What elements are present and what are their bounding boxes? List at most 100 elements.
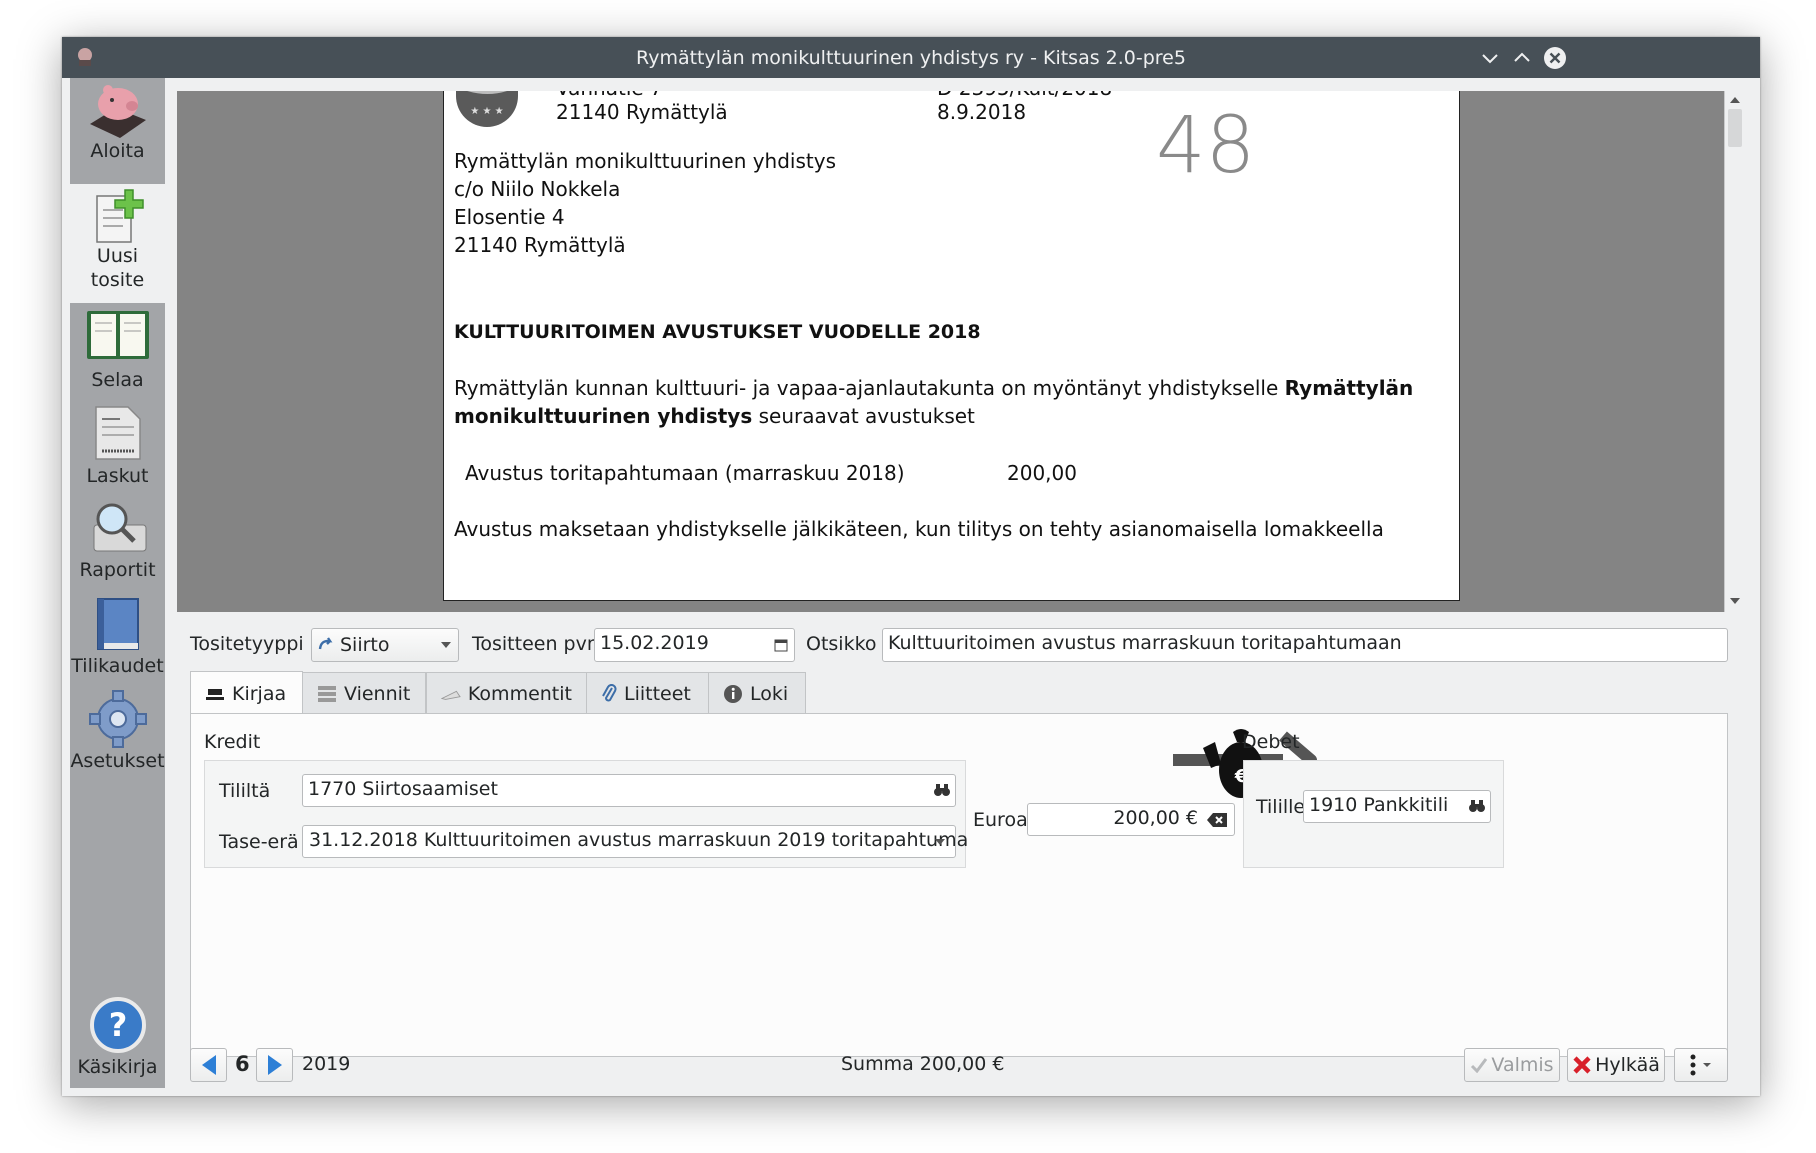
binoculars-icon[interactable] [933, 783, 951, 797]
municipal-crest-icon: ★ ★ ★ [456, 91, 518, 127]
document-preview[interactable]: ★ ★ ★ Vahnatie 7 21140 Rymättylä D 2395/… [177, 91, 1744, 612]
sidebar-item-label: Raportit [79, 559, 156, 581]
binoculars-icon[interactable] [1468, 799, 1486, 813]
list-icon [318, 685, 336, 702]
tab-kommentit[interactable]: Kommentit [426, 672, 587, 714]
tab-liitteet[interactable]: Liitteet [586, 672, 709, 714]
reject-label: Hylkää [1595, 1054, 1660, 1076]
sidebar-item-kasikirja[interactable]: ? Käsikirja [70, 996, 165, 1088]
voucher-sum: Summa 200,00 € [841, 1053, 1005, 1075]
hat-icon [206, 688, 224, 700]
kirjaa-panel: Kredit Tililtä 1770 Siirtosaamiset Tase-… [190, 713, 1728, 1057]
tab-label: Loki [750, 682, 789, 705]
arrow-right-icon [267, 1055, 282, 1075]
voucher-type-label: Tositetyyppi [190, 633, 304, 655]
chevron-down-icon [441, 642, 451, 648]
paragraph-bold: Rymättylän [1284, 376, 1414, 400]
document-footer-line: Avustus maksetaan yhdistykselle jälkikät… [454, 517, 1384, 541]
piggy-bank-icon [89, 85, 146, 138]
minimize-icon[interactable] [1478, 46, 1502, 70]
amount-value: 200,00 € [1113, 807, 1198, 829]
app-logo-icon [78, 48, 92, 66]
document-page: ★ ★ ★ Vahnatie 7 21140 Rymättylä D 2395/… [443, 91, 1460, 601]
voucher-type-value: Siirto [340, 634, 390, 656]
credit-label: Kredit [204, 731, 261, 753]
help-icon: ? [89, 997, 146, 1053]
tab-label: Viennit [344, 682, 411, 705]
magnifier-report-icon [93, 503, 146, 552]
sidebar-item-label: Uusi [96, 245, 139, 267]
from-account-value: 1770 Siirtosaamiset [308, 778, 498, 800]
invoice-icon [94, 406, 141, 460]
sidebar-item-selaa[interactable]: Selaa [70, 309, 165, 399]
sidebar-item-uusi-tosite[interactable]: Uusi tosite [70, 184, 165, 303]
voucher-date-label: Tositteen pvm [472, 633, 606, 655]
new-document-icon [95, 189, 144, 243]
sidebar-item-label: Tilikaudet [71, 655, 164, 677]
paperclip-icon [602, 683, 617, 701]
sidebar-item-asetukset[interactable]: Asetukset [70, 690, 165, 780]
more-menu-button[interactable] [1674, 1048, 1728, 1082]
kebab-menu-icon [1690, 1054, 1696, 1076]
sidebar-item-aloita[interactable]: Aloita [70, 78, 165, 178]
voucher-type-select[interactable]: Siirto [311, 628, 459, 662]
scroll-down-icon[interactable] [1729, 596, 1741, 606]
preview-scrollbar[interactable] [1724, 91, 1744, 612]
from-account-label: Tililtä [219, 780, 271, 802]
sidebar-item-tilikaudet[interactable]: Tilikaudet [70, 595, 165, 685]
close-icon[interactable] [1543, 46, 1567, 70]
title-label: Otsikko [806, 633, 877, 655]
sidebar-item-laskut[interactable]: Laskut [70, 405, 165, 495]
voucher-date-value: 15.02.2019 [600, 632, 709, 654]
balance-item-select[interactable]: 31.12.2018 Kulttuuritoimen avustus marra… [302, 825, 968, 858]
recipient-line: Rymättylän monikulttuurinen yhdistys [454, 149, 837, 173]
voucher-year: 2019 [302, 1053, 351, 1075]
app-window: Rymättylän monikulttuurinen yhdistys ry … [62, 37, 1760, 1096]
from-account-field[interactable]: 1770 Siirtosaamiset [302, 774, 956, 807]
transfer-arrow-icon [318, 637, 333, 650]
grant-item-label: Avustus toritapahtumaan (marraskuu 2018) [465, 461, 905, 485]
ledger-book-icon [86, 311, 149, 359]
reject-button[interactable]: Hylkää [1567, 1048, 1665, 1082]
svg-text:?: ? [108, 1006, 127, 1044]
next-voucher-button[interactable] [256, 1048, 293, 1082]
title-field[interactable]: Kulttuuritoimen avustus marraskuun torit… [882, 628, 1728, 662]
tab-loki[interactable]: Loki [708, 672, 806, 714]
recipient-line: c/o Niilo Nokkela [454, 177, 621, 201]
tab-viennit[interactable]: Viennit [302, 672, 426, 714]
tab-label: Liitteet [624, 682, 691, 705]
voucher-date-field[interactable]: 15.02.2019 [594, 628, 795, 662]
grant-item-amount: 200,00 [1007, 461, 1077, 485]
previous-voucher-button[interactable] [190, 1048, 227, 1082]
ready-button[interactable]: Valmis [1464, 1048, 1560, 1082]
credit-group: Tililtä 1770 Siirtosaamiset Tase-erä 31.… [204, 760, 968, 868]
clear-input-icon[interactable] [1206, 812, 1228, 828]
voucher-number: 6 [235, 1052, 250, 1076]
balance-item-value: 31.12.2018 Kulttuuritoimen avustus marra… [309, 829, 969, 851]
handwritten-number: 48 [1156, 101, 1256, 191]
recipient-line: Elosentie 4 [454, 205, 565, 229]
maximize-icon[interactable] [1510, 46, 1534, 70]
sidebar-item-label: Aloita [90, 140, 145, 162]
info-icon [724, 684, 742, 703]
scroll-up-icon[interactable] [1729, 95, 1741, 105]
to-account-label: Tilille [1256, 796, 1306, 818]
debit-group: Tilille 1910 Pankkitili [1243, 760, 1504, 868]
checkmark-icon [1471, 1058, 1488, 1073]
scroll-thumb[interactable] [1728, 109, 1742, 147]
recipient-line: 21140 Rymättylä [454, 233, 626, 257]
sidebar-item-label: tosite [90, 269, 145, 291]
balance-item-label: Tase-erä [219, 831, 299, 853]
calendar-icon[interactable] [774, 638, 788, 652]
document-date: 8.9.2018 [937, 100, 1027, 124]
svg-text:★ ★ ★: ★ ★ ★ [470, 106, 503, 117]
amount-field[interactable]: 200,00 € [1027, 803, 1235, 836]
comment-icon [441, 690, 461, 700]
to-account-value: 1910 Pankkitili [1309, 794, 1449, 816]
paragraph-bold: monikulttuurinen yhdistys [454, 404, 753, 428]
document-heading: KULTTUURITOIMEN AVUSTUKSET VUODELLE 2018 [454, 321, 981, 343]
tab-kirjaa[interactable]: Kirjaa [190, 671, 303, 715]
sidebar-item-raportit[interactable]: Raportit [70, 499, 165, 589]
sidebar-item-label: Asetukset [70, 750, 165, 772]
to-account-field[interactable]: 1910 Pankkitili [1303, 790, 1491, 823]
